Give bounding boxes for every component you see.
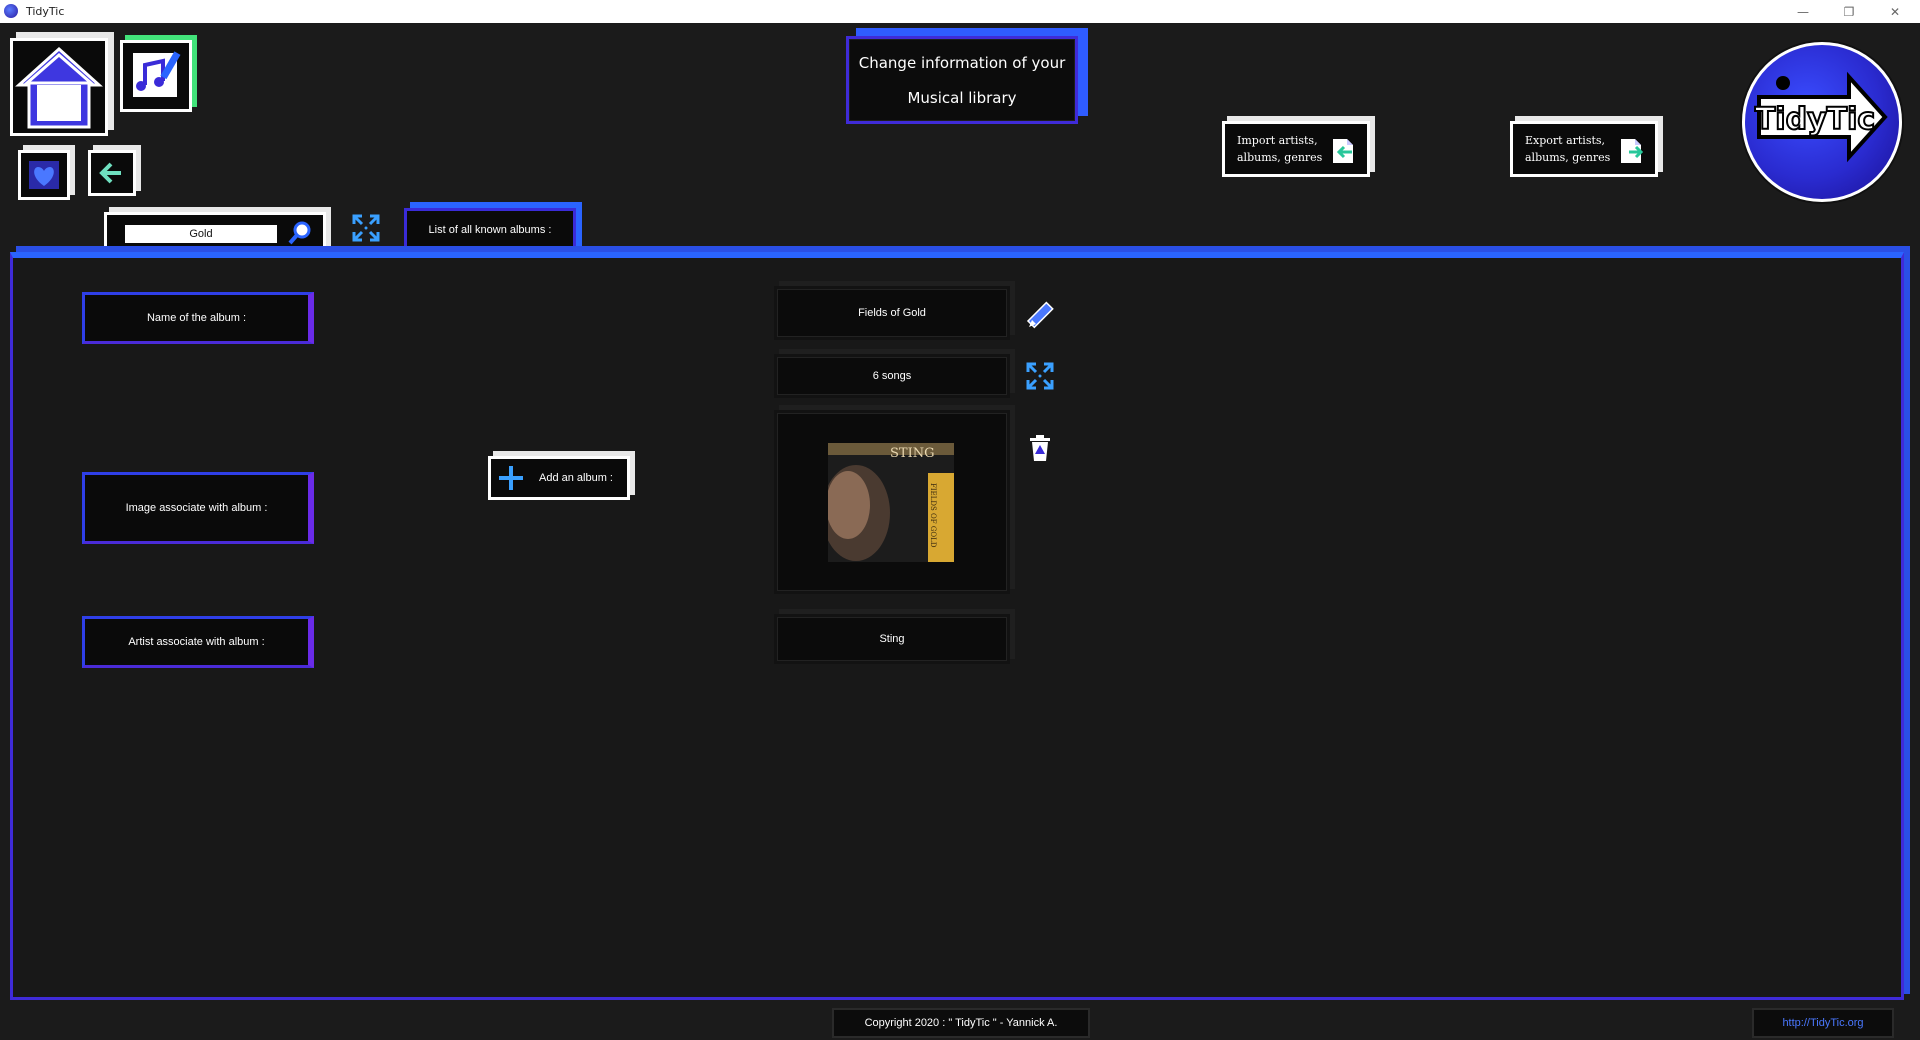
import-label-1: Import artists,	[1237, 134, 1318, 147]
export-label-2: albums, genres	[1525, 151, 1611, 164]
window-titlebar: TidyTic — ❐ ✕	[0, 0, 1920, 23]
copyright-text: Copyright 2020 : " TidyTic " - Yannick A…	[864, 1017, 1058, 1029]
add-album-label: Add an album :	[539, 472, 613, 484]
logo-graphic: TidyTic	[1754, 71, 1888, 163]
app-icon	[4, 4, 18, 18]
album-songs-value[interactable]: 6 songs	[774, 354, 1010, 398]
website-link-text: http://TidyTic.org	[1782, 1017, 1864, 1029]
music-edit-icon	[133, 51, 181, 97]
home-button[interactable]	[10, 38, 108, 136]
header-line-2: Musical library	[907, 88, 1017, 107]
website-link[interactable]: http://TidyTic.org	[1752, 1008, 1894, 1038]
tab-album-list-label: List of all known albums :	[428, 224, 552, 236]
export-icon	[1621, 139, 1643, 163]
trash-icon[interactable]	[1024, 432, 1056, 464]
edit-pencil-icon[interactable]	[1024, 300, 1056, 332]
collapse-album-icon[interactable]	[1024, 360, 1056, 392]
window-title: TidyTic	[26, 5, 65, 18]
close-button[interactable]: ✕	[1872, 0, 1918, 23]
music-library-button[interactable]	[120, 40, 192, 112]
cover-side-text: FIELDS OF GOLD	[929, 483, 937, 548]
album-name-value[interactable]: Fields of Gold	[774, 286, 1010, 340]
logo-text: TidyTic	[1755, 102, 1875, 137]
header-line-1: Change information of your	[858, 53, 1066, 72]
tidytic-logo: TidyTic	[1742, 42, 1902, 202]
album-image-label-text: Image associate with album :	[125, 502, 268, 514]
heart-icon	[29, 161, 59, 189]
minimize-button[interactable]: —	[1780, 0, 1826, 23]
import-label-2: albums, genres	[1237, 151, 1323, 164]
tab-album-list[interactable]: List of all known albums :	[404, 208, 576, 252]
collapse-icon[interactable]	[350, 212, 382, 244]
album-artist-text: Sting	[879, 633, 905, 645]
album-name-label-text: Name of the album :	[146, 312, 247, 324]
restore-button[interactable]: ❐	[1826, 0, 1872, 23]
search-icon[interactable]	[287, 220, 313, 246]
export-button[interactable]: Export artists, albums, genres	[1510, 121, 1658, 177]
plus-icon	[499, 466, 523, 490]
album-image-label: Image associate with album :	[82, 472, 314, 544]
album-name-label: Name of the album :	[82, 292, 314, 344]
cover-text: STING	[890, 446, 934, 461]
back-button[interactable]	[88, 150, 136, 196]
album-artist-label: Artist associate with album :	[82, 616, 314, 668]
export-label-1: Export artists,	[1525, 134, 1606, 147]
album-artist-value[interactable]: Sting	[774, 614, 1010, 664]
favorites-button[interactable]	[18, 150, 70, 200]
album-songs-text: 6 songs	[872, 370, 912, 382]
album-name-text: Fields of Gold	[858, 307, 926, 319]
import-icon	[1333, 139, 1353, 163]
copyright-footer: Copyright 2020 : " TidyTic " - Yannick A…	[832, 1008, 1090, 1038]
home-icon	[15, 46, 103, 129]
search-input[interactable]	[125, 225, 277, 243]
add-album-button[interactable]: Add an album :	[488, 456, 630, 500]
album-artist-label-text: Artist associate with album :	[128, 636, 265, 648]
album-cover-image[interactable]: STING FIELDS OF GOLD	[828, 443, 954, 562]
page-header: Change information of your Musical libra…	[846, 36, 1078, 124]
back-arrow-icon	[99, 162, 121, 184]
search-box	[104, 212, 326, 252]
import-button[interactable]: Import artists, albums, genres	[1222, 121, 1370, 177]
